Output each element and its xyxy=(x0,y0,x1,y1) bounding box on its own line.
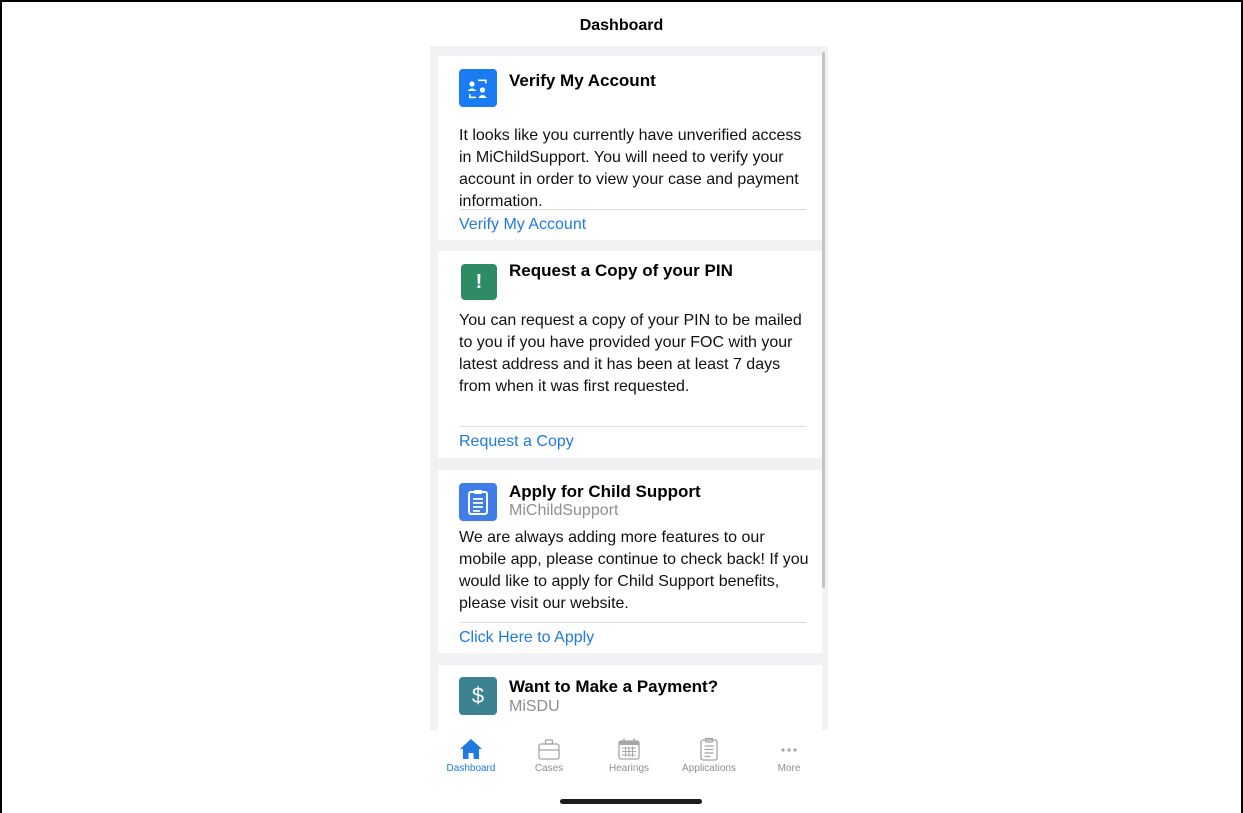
card-body: You can request a copy of your PIN to be… xyxy=(459,312,802,395)
page-title: Dashboard xyxy=(579,17,664,34)
divider xyxy=(459,209,806,210)
tab-label: Cases xyxy=(534,763,564,774)
clipboard-icon xyxy=(670,736,748,762)
verify-account-link[interactable]: Verify My Account xyxy=(459,216,586,234)
tab-label: More xyxy=(777,763,801,774)
home-indicator[interactable] xyxy=(560,799,702,804)
verify-account-icon xyxy=(459,69,497,107)
request-copy-link[interactable]: Request a Copy xyxy=(459,433,574,451)
verify-account-card: Verify My Account It looks like you curr… xyxy=(438,56,822,240)
card-subtitle: MiSDU xyxy=(509,698,560,715)
divider xyxy=(459,426,806,427)
exclamation-icon: ! xyxy=(461,264,497,300)
card-body: We are always adding more features to ou… xyxy=(459,529,809,612)
calendar-icon xyxy=(590,736,668,762)
request-pin-card: ! Request a Copy of your PIN You can req… xyxy=(438,251,822,458)
make-payment-card: $ Want to Make a Payment? MiSDU xyxy=(438,665,822,730)
home-icon xyxy=(432,736,510,762)
card-title: Verify My Account xyxy=(509,71,656,90)
tab-dashboard[interactable]: Dashboard xyxy=(432,736,510,774)
card-title: Want to Make a Payment? xyxy=(509,677,719,696)
tab-more[interactable]: More xyxy=(750,736,828,774)
tab-label: Applications xyxy=(682,763,736,774)
scrollbar[interactable] xyxy=(822,52,825,588)
card-title: Apply for Child Support xyxy=(509,482,701,501)
dashboard-feed[interactable]: Verify My Account It looks like you curr… xyxy=(430,46,828,730)
phone-screen: Verify My Account It looks like you curr… xyxy=(430,46,828,813)
tab-label: Dashboard xyxy=(446,763,496,774)
tab-cases[interactable]: Cases xyxy=(510,736,588,774)
tab-applications[interactable]: Applications xyxy=(670,736,748,774)
more-dots-icon xyxy=(750,736,828,762)
click-here-to-apply-link[interactable]: Click Here to Apply xyxy=(459,629,594,647)
apply-child-support-card: Apply for Child Support MiChildSupport W… xyxy=(438,470,822,653)
divider xyxy=(459,622,806,623)
clipboard-icon xyxy=(459,483,497,521)
card-subtitle: MiChildSupport xyxy=(509,502,619,519)
card-body: It looks like you currently have unverif… xyxy=(459,127,802,210)
tab-label: Hearings xyxy=(608,763,650,774)
dollar-icon: $ xyxy=(459,677,497,715)
card-title: Request a Copy of your PIN xyxy=(509,261,733,280)
tab-hearings[interactable]: Hearings xyxy=(590,736,668,774)
briefcase-icon xyxy=(510,736,588,762)
tab-bar: Dashboard Cases Hearings Applications Mo… xyxy=(430,730,828,778)
